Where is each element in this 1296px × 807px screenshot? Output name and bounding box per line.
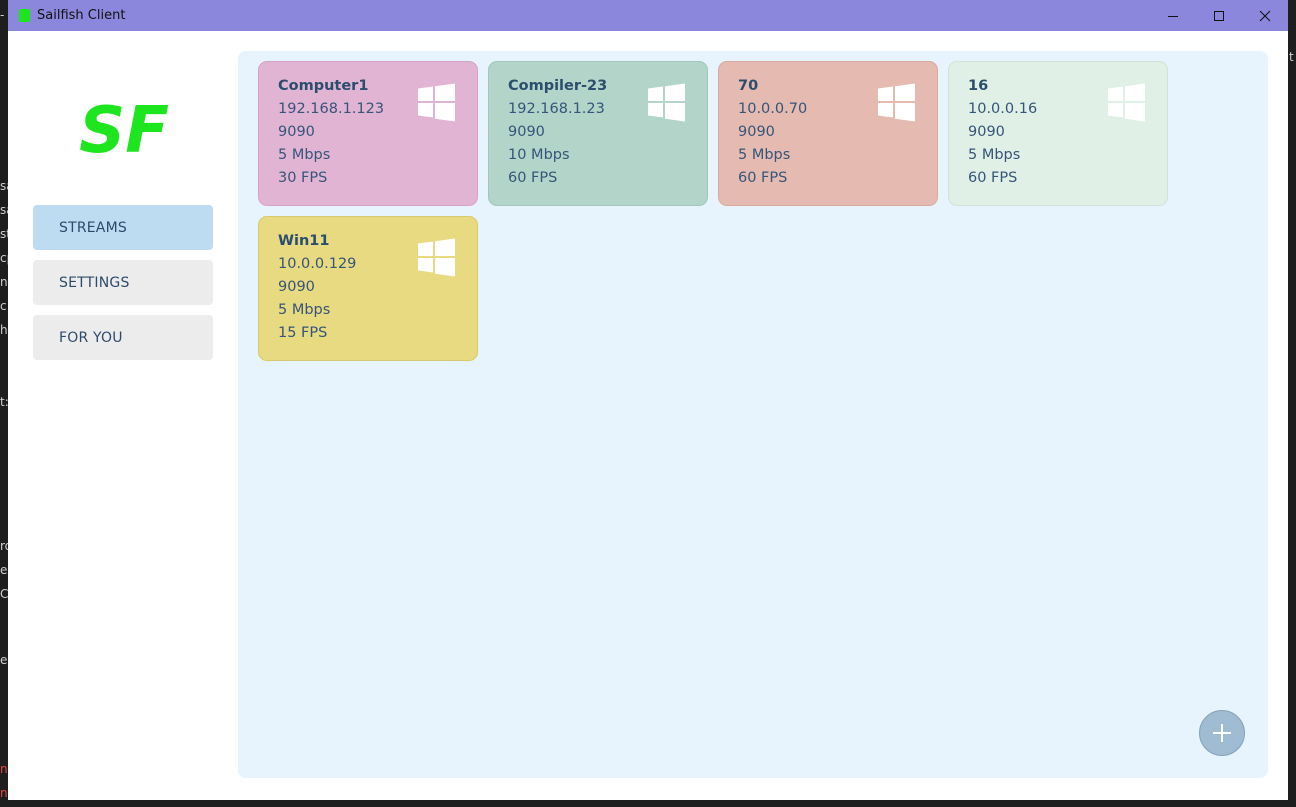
- background-text-fragment: h: [0, 323, 8, 337]
- stream-bitrate: 5 Mbps: [278, 147, 331, 163]
- stream-port: 9090: [968, 124, 1005, 140]
- stream-port: 9090: [508, 124, 545, 140]
- stream-fps: 15 FPS: [278, 325, 328, 341]
- minimize-button[interactable]: [1150, 0, 1196, 31]
- maximize-icon: [1214, 10, 1224, 21]
- windows-icon: [418, 83, 455, 122]
- stream-card[interactable]: Win11 10.0.0.129 9090 5 Mbps 15 FPS: [258, 216, 478, 361]
- stream-card[interactable]: 16 10.0.0.16 9090 5 Mbps 60 FPS: [948, 61, 1168, 206]
- background-text-fragment: c: [0, 299, 7, 313]
- background-text-fragment: n: [0, 275, 8, 289]
- svg-text:SF: SF: [79, 94, 169, 160]
- stream-fps: 30 FPS: [278, 170, 328, 186]
- app-icon: [19, 9, 30, 22]
- stream-card[interactable]: Computer1 192.168.1.123 9090 5 Mbps 30 FPS: [258, 61, 478, 206]
- background-text-fragment: e: [0, 563, 8, 577]
- nav-for-you-label: FOR YOU: [59, 329, 123, 346]
- nav-streams-button[interactable]: STREAMS: [33, 205, 213, 250]
- minimize-icon: [1168, 15, 1178, 17]
- stream-port: 9090: [738, 124, 775, 140]
- stream-card[interactable]: 70 10.0.0.70 9090 5 Mbps 60 FPS: [718, 61, 938, 206]
- stream-bitrate: 5 Mbps: [968, 147, 1021, 163]
- plus-icon: [1213, 724, 1231, 742]
- stream-bitrate: 10 Mbps: [508, 147, 570, 163]
- background-text-fragment: -: [0, 8, 5, 22]
- windows-icon: [878, 83, 915, 122]
- stream-bitrate: 5 Mbps: [738, 147, 791, 163]
- streams-panel: Computer1 192.168.1.123 9090 5 Mbps 30 FPS Co…: [238, 51, 1268, 778]
- nav-streams-label: STREAMS: [59, 219, 127, 236]
- background-text-fragment: e: [0, 653, 8, 667]
- stream-fps: 60 FPS: [508, 170, 558, 186]
- stream-port: 9090: [278, 124, 315, 140]
- close-button[interactable]: [1242, 0, 1288, 31]
- app-window: Sailfish Client SF STREAMS SETTINGS FOR …: [8, 0, 1288, 800]
- close-icon: [1259, 10, 1271, 21]
- sailfish-logo: SF: [79, 94, 169, 160]
- title-bar[interactable]: Sailfish Client: [8, 0, 1288, 31]
- windows-icon: [418, 238, 455, 277]
- stream-bitrate: 5 Mbps: [278, 302, 331, 318]
- nav-settings-button[interactable]: SETTINGS: [33, 260, 213, 305]
- stream-fps: 60 FPS: [968, 170, 1018, 186]
- window-title: Sailfish Client: [37, 8, 126, 23]
- windows-icon: [648, 83, 685, 122]
- maximize-button[interactable]: [1196, 0, 1242, 31]
- stream-fps: 60 FPS: [738, 170, 788, 186]
- add-stream-button[interactable]: [1199, 710, 1245, 756]
- nav-for-you-button[interactable]: FOR YOU: [33, 315, 213, 360]
- background-text-fragment: t: [1289, 50, 1294, 64]
- stream-card[interactable]: Compiler-23 192.168.1.23 9090 10 Mbps 60 FPS: [488, 61, 708, 206]
- nav-settings-label: SETTINGS: [59, 274, 130, 291]
- stream-port: 9090: [278, 279, 315, 295]
- windows-icon: [1108, 83, 1145, 122]
